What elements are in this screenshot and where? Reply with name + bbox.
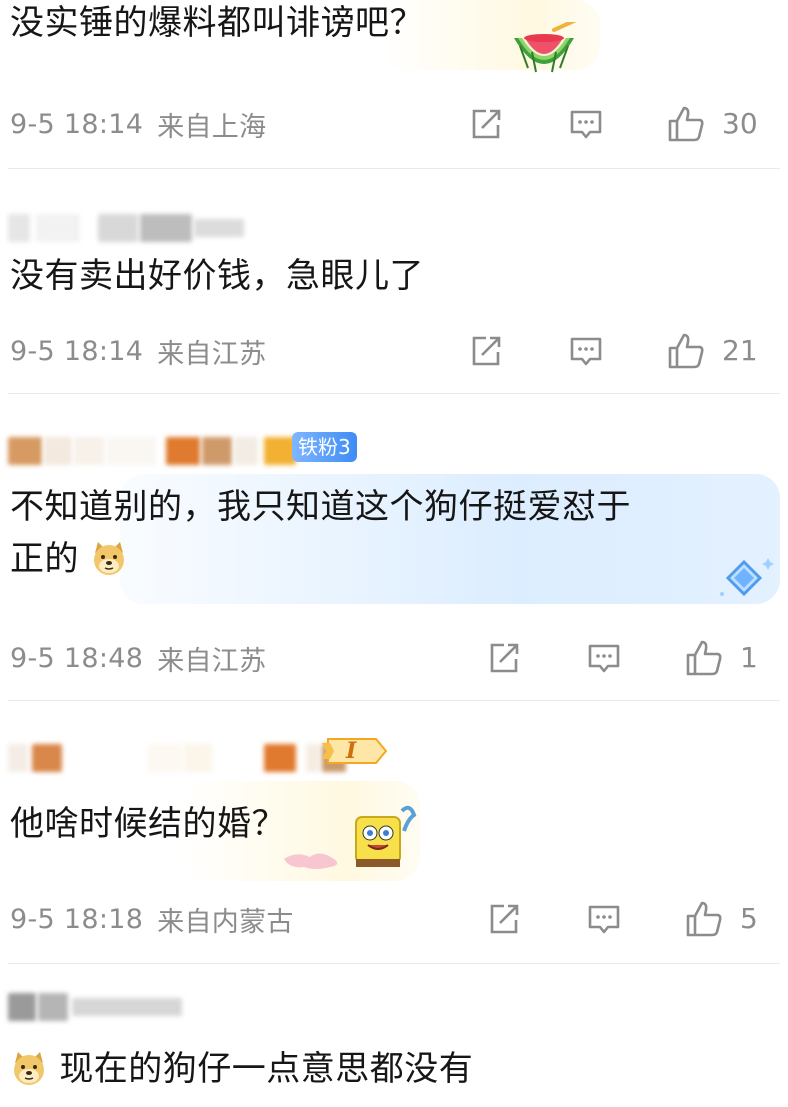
comment-actions: 1	[0, 638, 788, 678]
username-blurred	[8, 436, 296, 466]
user-level-badge-label: I	[346, 738, 357, 764]
share-icon[interactable]	[486, 640, 522, 676]
comment-item: 没有卖出好价钱，急眼儿了 9-5 18:14 来自江苏 21	[0, 169, 788, 393]
comment-item: 铁粉3 不知道别的，我只知道这个狗仔挺爱怼于 正的 9-5 18:48 来自江苏	[0, 394, 788, 700]
comment-text: 现在的狗仔一点意思都没有	[10, 1044, 473, 1094]
comment-item: I 他啥时候结的婚？ 9-5 18:18 来自内蒙古 5	[0, 701, 788, 963]
thumbs-up-icon[interactable]	[666, 104, 706, 144]
doge-emoji	[14, 1051, 44, 1085]
like-count: 1	[740, 641, 758, 674]
comment-text-content: 现在的狗仔一点意思都没有	[59, 1049, 474, 1089]
comment-icon[interactable]	[568, 333, 604, 369]
username-blurred	[8, 992, 182, 1022]
doge-emoji	[94, 541, 125, 575]
comment-text-line-2-content: 正的	[10, 539, 79, 579]
diamond-decoration-icon	[720, 558, 774, 597]
comment-text: 他啥时候结的婚？	[10, 804, 286, 844]
like-count: 30	[722, 107, 758, 140]
comment-item: 没实锤的爆料都叫诽谤吧？ 9-5 18:14 来自上海 30	[0, 0, 788, 168]
comment-actions: 30	[0, 104, 788, 144]
username-blurred	[8, 213, 244, 243]
username-blurred	[8, 743, 346, 773]
spongebob-sticker	[284, 805, 417, 869]
comment-item: 现在的狗仔一点意思都没有	[0, 964, 788, 1107]
like-count: 5	[740, 902, 758, 935]
share-icon[interactable]	[486, 901, 522, 937]
share-icon[interactable]	[468, 333, 504, 369]
share-icon[interactable]	[468, 106, 504, 142]
comment-text: 没实锤的爆料都叫诽谤吧？	[10, 3, 424, 43]
comment-text: 没有卖出好价钱，急眼儿了	[10, 256, 424, 296]
comment-text-line-2: 正的	[10, 534, 128, 584]
thumbs-up-icon[interactable]	[684, 899, 724, 939]
comment-icon[interactable]	[586, 901, 622, 937]
comment-actions: 21	[0, 331, 788, 371]
fan-level-badge: 铁粉3	[292, 432, 357, 462]
watermelon-sticker	[514, 22, 577, 73]
like-count: 21	[722, 334, 758, 367]
comment-actions: 5	[0, 899, 788, 939]
comment-icon[interactable]	[586, 640, 622, 676]
thumbs-up-icon[interactable]	[666, 331, 706, 371]
comment-text-line-1: 不知道别的，我只知道这个狗仔挺爱怼于	[10, 487, 631, 527]
thumbs-up-icon[interactable]	[684, 638, 724, 678]
comment-icon[interactable]	[568, 106, 604, 142]
